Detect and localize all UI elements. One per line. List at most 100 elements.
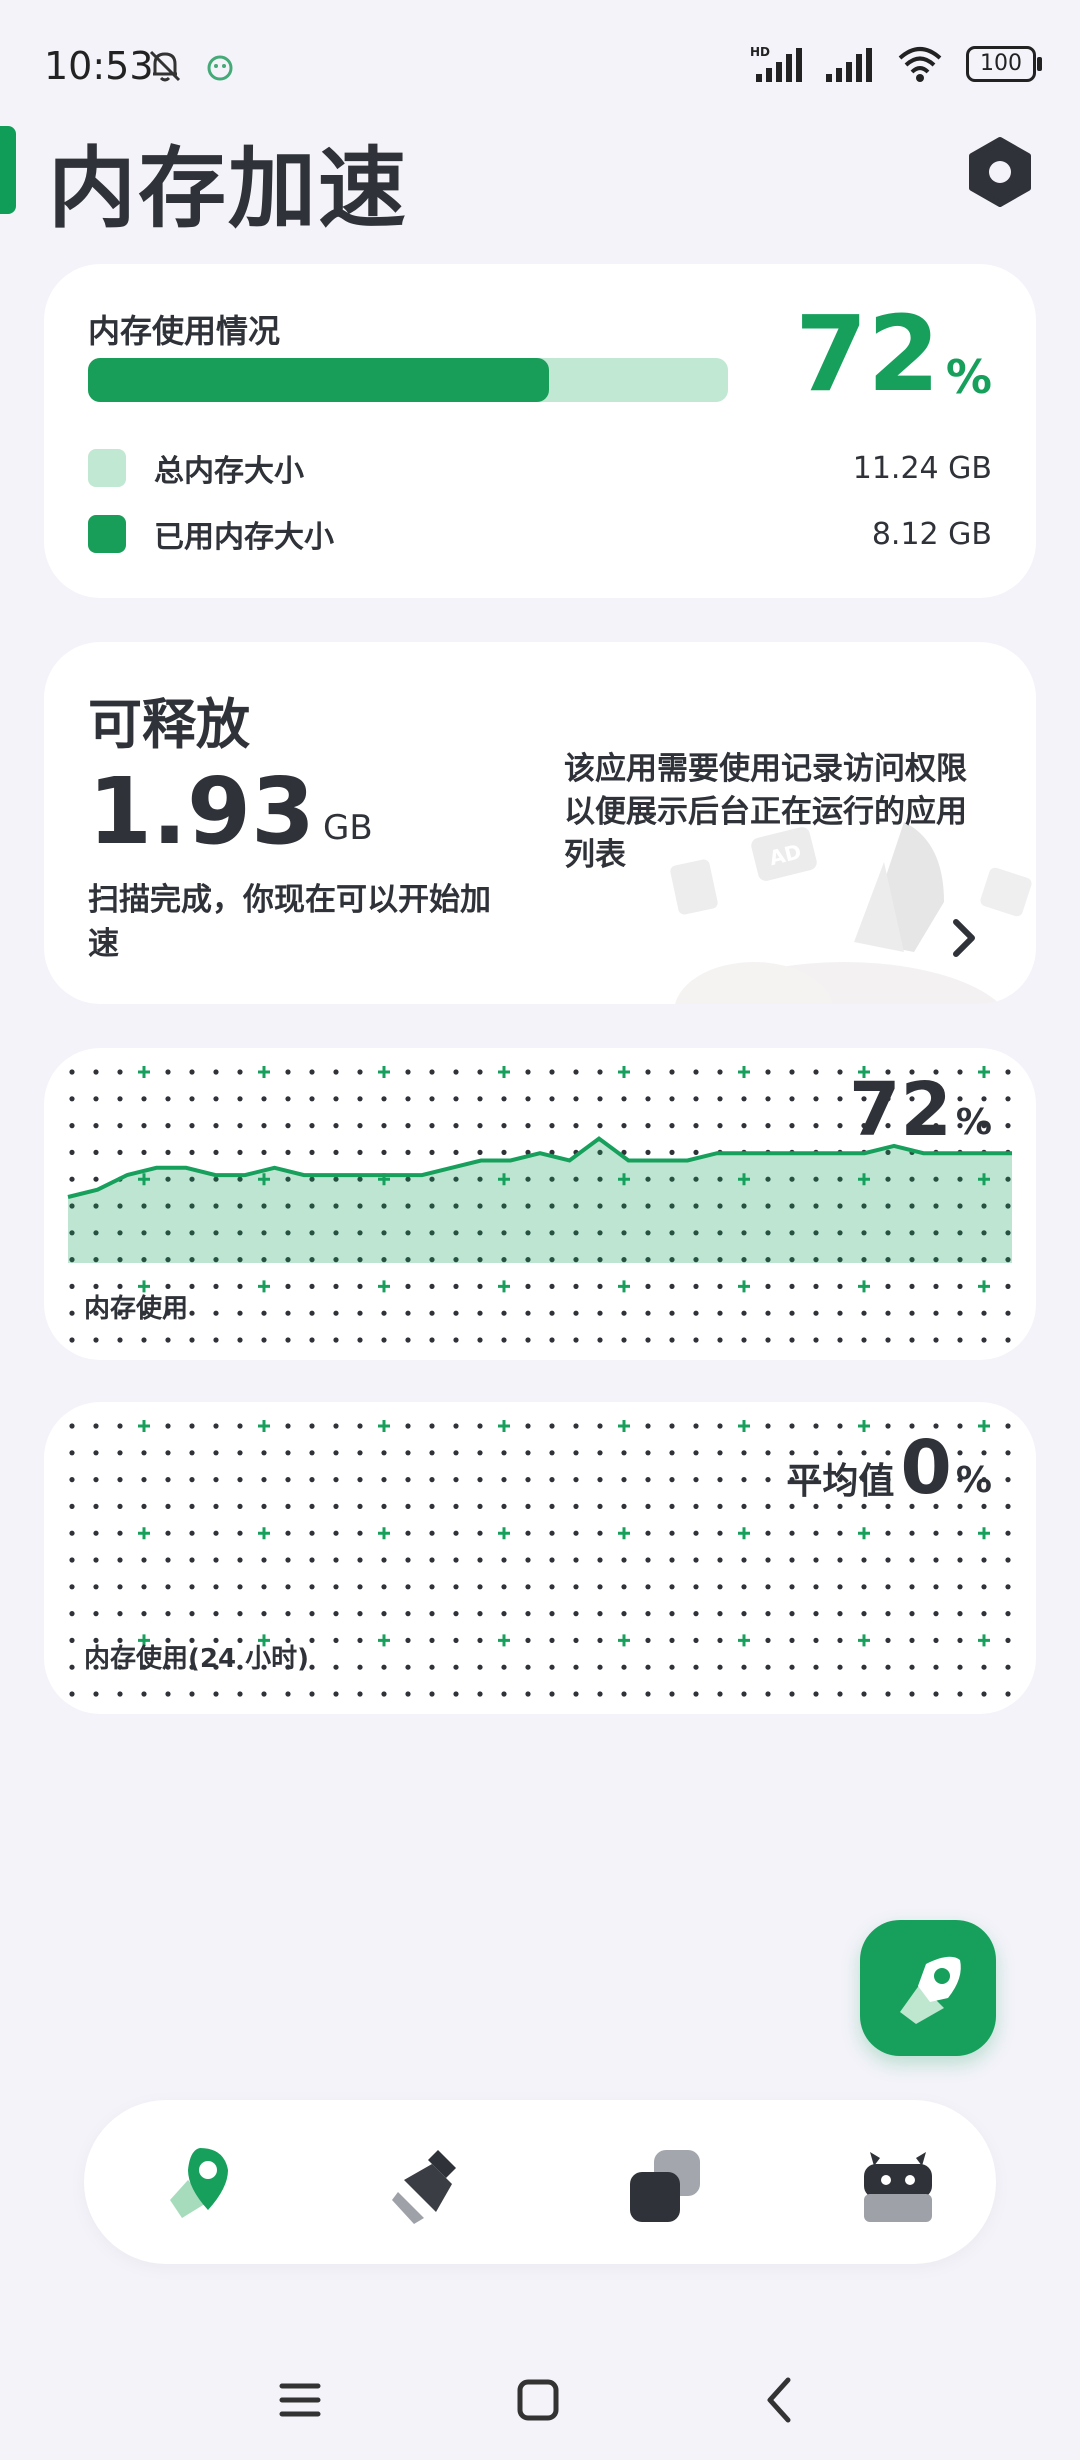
grid-dot — [717, 1283, 723, 1289]
releasable-card[interactable]: AD 可释放 1.93 GB 扫描完成，你现在可以开始加速 该应用需要使用记录访… — [44, 642, 1036, 1004]
grid-dot — [837, 1637, 843, 1643]
grid-dot — [789, 1637, 795, 1643]
grid-dot — [405, 1557, 411, 1563]
grid-dot — [501, 1584, 507, 1590]
grid-dot — [453, 1123, 459, 1129]
grid-plus-mark — [738, 1420, 750, 1432]
grid-dot — [261, 1557, 267, 1563]
grid-plus-mark — [378, 1280, 390, 1293]
grid-dot — [573, 1637, 579, 1643]
grid-dot — [405, 1149, 411, 1155]
grid-dot — [765, 1477, 771, 1483]
grid-dot — [141, 1450, 147, 1456]
legend-swatch-used — [88, 515, 126, 553]
grid-dot — [573, 1310, 579, 1316]
grid-plus-mark — [618, 1634, 630, 1647]
grid-dot — [765, 1123, 771, 1129]
nav-apps-icon[interactable] — [616, 2136, 712, 2232]
grid-dot — [717, 1530, 723, 1536]
nav-android-icon[interactable] — [850, 2136, 946, 2232]
grid-dot — [309, 1477, 315, 1483]
grid-dot — [909, 1530, 915, 1536]
grid-dot — [405, 1123, 411, 1129]
grid-dot — [309, 1310, 315, 1316]
grid-dot — [525, 1503, 531, 1509]
grid-dot — [93, 1691, 99, 1697]
grid-dot — [309, 1096, 315, 1102]
memory-percent: 72 % — [795, 302, 992, 406]
grid-dot — [117, 1069, 123, 1075]
grid-dot — [381, 1611, 387, 1617]
grid-dot — [189, 1584, 195, 1590]
grid-dot — [93, 1584, 99, 1590]
grid-dot — [549, 1637, 555, 1643]
menu-icon[interactable] — [270, 2370, 330, 2430]
grid-plus-mark — [258, 1420, 270, 1432]
grid-dot — [453, 1584, 459, 1590]
grid-dot — [933, 1310, 939, 1316]
grid-dot — [549, 1611, 555, 1617]
nav-rocket-icon[interactable] — [152, 2136, 248, 2232]
boost-fab-button[interactable] — [860, 1920, 996, 2056]
grid-dot — [261, 1149, 267, 1155]
grid-dot — [69, 1503, 75, 1509]
grid-dot — [285, 1503, 291, 1509]
grid-plus-mark — [498, 1280, 510, 1293]
settings-hexagon-icon[interactable] — [962, 134, 1038, 210]
back-icon[interactable] — [750, 2370, 810, 2430]
grid-dot — [429, 1069, 435, 1075]
grid-dot — [933, 1691, 939, 1697]
grid-dot — [813, 1123, 819, 1129]
grid-dot — [885, 1557, 891, 1563]
grid-plus-mark — [378, 1420, 390, 1432]
grid-dot — [645, 1691, 651, 1697]
grid-dot — [837, 1530, 843, 1536]
grid-plus-mark — [618, 1420, 630, 1432]
home-icon[interactable] — [508, 2370, 568, 2430]
grid-dot — [789, 1664, 795, 1670]
grid-dot — [861, 1337, 867, 1343]
grid-dot — [141, 1503, 147, 1509]
grid-dot — [933, 1283, 939, 1289]
grid-dot — [1005, 1557, 1011, 1563]
grid-dot — [285, 1477, 291, 1483]
grid-dot — [573, 1477, 579, 1483]
grid-dot — [309, 1149, 315, 1155]
grid-dot — [93, 1149, 99, 1155]
grid-dot — [285, 1096, 291, 1102]
grid-dot — [213, 1503, 219, 1509]
grid-dot — [429, 1123, 435, 1129]
grid-dot — [429, 1584, 435, 1590]
grid-dot — [189, 1611, 195, 1617]
grid-dot — [117, 1691, 123, 1697]
grid-dot — [1005, 1530, 1011, 1536]
grid-dot — [237, 1069, 243, 1075]
grid-dot — [261, 1503, 267, 1509]
grid-dot — [117, 1149, 123, 1155]
grid-dot — [597, 1584, 603, 1590]
grid-dot — [357, 1123, 363, 1129]
grid-dot — [693, 1123, 699, 1129]
grid-dot — [693, 1450, 699, 1456]
grid-dot — [885, 1691, 891, 1697]
memory-usage-bar — [88, 358, 728, 402]
grid-dot — [309, 1691, 315, 1697]
grid-dot — [213, 1611, 219, 1617]
grid-plus-mark — [618, 1280, 630, 1293]
grid-dot — [405, 1423, 411, 1429]
grid-dot — [141, 1611, 147, 1617]
grid-dot — [621, 1611, 627, 1617]
grid-dot — [165, 1423, 171, 1429]
grid-plus-mark — [258, 1280, 270, 1293]
grid-dot — [357, 1557, 363, 1563]
grid-dot — [813, 1691, 819, 1697]
grid-dot — [477, 1611, 483, 1617]
grid-dot — [93, 1503, 99, 1509]
grid-dot — [93, 1069, 99, 1075]
chevron-right-icon[interactable] — [944, 912, 984, 964]
grid-dot — [189, 1283, 195, 1289]
grid-dot — [717, 1584, 723, 1590]
grid-dot — [741, 1691, 747, 1697]
grid-dot — [597, 1503, 603, 1509]
nav-broom-icon[interactable] — [384, 2136, 480, 2232]
